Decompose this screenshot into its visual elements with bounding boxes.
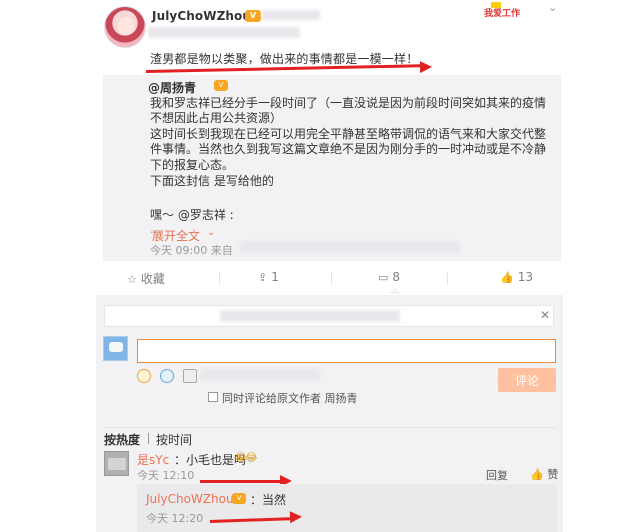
comment-input[interactable] [137, 339, 556, 363]
repost-text-line: 这时间长到我现在已经可以用完全平静甚至略带调侃的语气来和大家交代整 [150, 127, 547, 141]
redacted-area [262, 10, 320, 20]
like-button[interactable]: 👍 13 [500, 270, 533, 284]
comment-count: 8 [392, 270, 401, 284]
panel-pointer [389, 288, 401, 294]
mention-icon[interactable] [160, 369, 174, 383]
redacted-source [240, 241, 460, 253]
also-comment-label: 同时评论给原文作者 周扬青 [222, 392, 358, 405]
sort-by-hot-tab[interactable]: 按热度 [104, 431, 140, 448]
repost-mention-line: 嘿～ @罗志祥 : [150, 208, 234, 222]
star-icon: ☆ [127, 273, 137, 286]
author-name[interactable]: JulyChoWZhou [152, 9, 251, 23]
repost-timestamp: 今天 09:00 来自 [150, 244, 233, 257]
comment-timestamp: 今天 12:10 [137, 469, 195, 482]
also-comment-checkbox[interactable] [208, 392, 218, 402]
repost-author[interactable]: @周扬青 [148, 79, 196, 96]
thumbs-up-icon: 👍 [530, 468, 544, 481]
like-comment-button[interactable]: 👍 赞 [530, 466, 558, 482]
reply-text: ：当然 [250, 493, 287, 507]
commenter-avatar[interactable] [104, 451, 129, 476]
divider [219, 272, 220, 284]
divider [331, 272, 332, 284]
close-icon[interactable]: ✕ [540, 308, 550, 322]
repost-button[interactable]: ⇪ 1 [258, 270, 279, 284]
thumbs-up-icon: 👍 [500, 271, 514, 284]
redacted-toolbar [200, 369, 320, 381]
redacted-post-meta [148, 27, 300, 38]
reply-timestamp: 今天 12:20 [146, 512, 204, 525]
repost-count: 1 [271, 270, 279, 284]
repost-text-line: 下面这封信 是写给他的 [150, 174, 274, 188]
reply-author-name[interactable]: JulyChoWZhou [146, 492, 234, 506]
chevron-down-icon[interactable]: ⌄ [548, 1, 557, 14]
divider [447, 272, 448, 284]
repost-icon: ⇪ [258, 271, 268, 284]
commenter-name[interactable]: 是sYc [137, 451, 169, 468]
favorite-label: 收藏 [140, 272, 165, 286]
chevron-down-icon: ⌄ [207, 227, 216, 238]
repost-text-line: 下的报复心态。 [150, 158, 235, 172]
vip-badge-icon: V [214, 80, 228, 91]
divider [148, 433, 149, 444]
repost-text-line: 我和罗志祥已经分手一段时间了（一直没说是因为前段时间突如其来的疫情 [150, 96, 547, 110]
comment-icon: ▭ [378, 271, 389, 284]
vip-badge-icon: V [232, 493, 246, 504]
sort-by-time-tab[interactable]: 按时间 [156, 431, 192, 448]
submit-comment-button[interactable]: 评论 [498, 368, 556, 392]
favorite-button[interactable]: ☆ 收藏 [127, 270, 165, 287]
watermark: 我爱工作 [484, 9, 521, 19]
divider [104, 427, 557, 428]
author-avatar[interactable] [104, 6, 146, 48]
annotation-arrow [200, 480, 280, 483]
laughing-emoji-icon: 😂😂 [234, 451, 258, 464]
current-user-avatar [103, 336, 128, 361]
image-icon[interactable] [183, 369, 197, 383]
redacted-area [220, 310, 400, 322]
annotation-arrow-head [419, 60, 433, 74]
like-label: 赞 [547, 468, 559, 481]
annotation-arrow-head [289, 510, 303, 524]
like-count: 13 [517, 270, 533, 284]
reply-button[interactable]: 回复 [486, 467, 508, 483]
comment-button[interactable]: ▭ 8 [378, 270, 400, 284]
repost-text-line: 不想因此占用公共资源） [150, 111, 283, 125]
repost-text-line: 件事情。当然也久到我写这篇文章绝不是因为刚分手的一时冲动或是不冷静 [150, 142, 547, 156]
emoji-icon[interactable] [137, 369, 151, 383]
vip-badge-icon: V [245, 10, 261, 22]
